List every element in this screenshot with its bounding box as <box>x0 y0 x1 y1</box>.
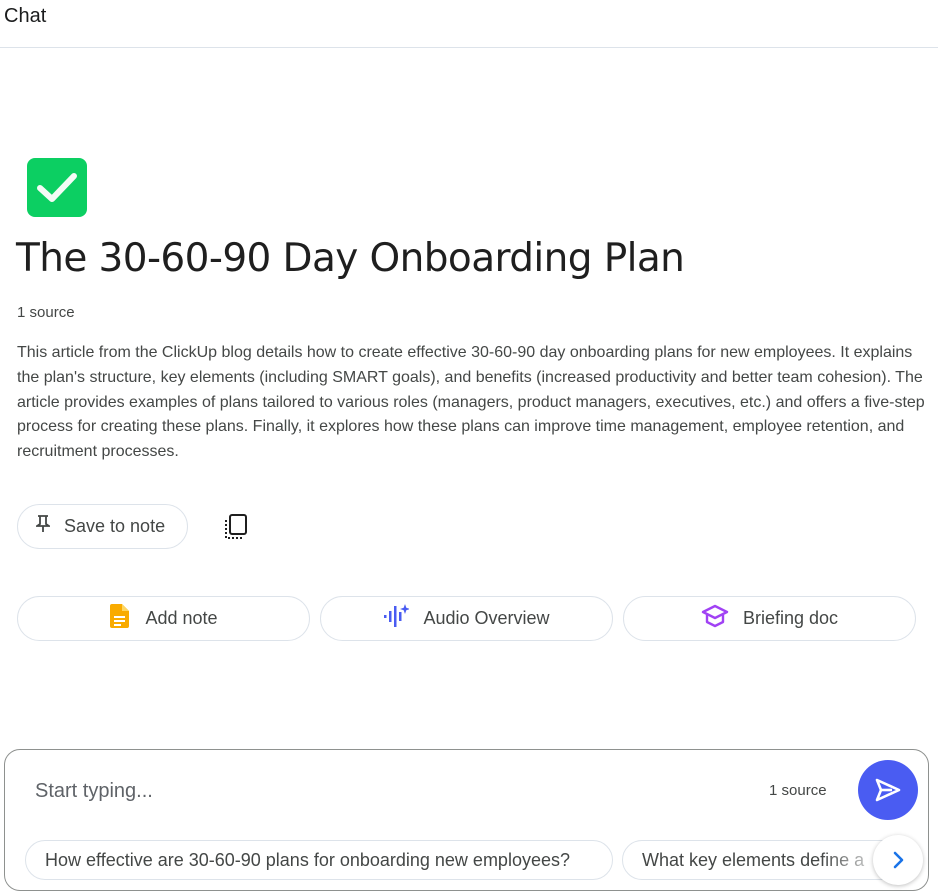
pin-icon <box>34 515 52 538</box>
save-to-note-button[interactable]: Save to note <box>17 504 188 549</box>
notebook-title: The 30-60-90 Day Onboarding Plan <box>16 236 685 281</box>
suggestion-chip[interactable]: How effective are 30-60-90 plans for onb… <box>25 840 613 880</box>
save-to-note-label: Save to note <box>64 516 166 536</box>
copy-icon <box>222 514 252 545</box>
audio-waveform-icon <box>383 603 411 634</box>
green-checkmark-icon <box>27 158 87 217</box>
copy-button[interactable] <box>222 511 252 541</box>
add-note-button[interactable]: Add note <box>17 596 310 641</box>
chat-input[interactable] <box>33 774 737 808</box>
note-icon <box>109 603 131 634</box>
suggestion-text: How effective are 30-60-90 plans for onb… <box>45 849 570 870</box>
graduation-cap-icon <box>701 604 729 633</box>
add-note-label: Add note <box>145 608 218 628</box>
audio-overview-label: Audio Overview <box>423 608 550 628</box>
suggestion-chip[interactable]: What key elements define a <box>622 840 902 880</box>
briefing-doc-button[interactable]: Briefing doc <box>623 596 916 641</box>
audio-overview-button[interactable]: Audio Overview <box>320 596 613 641</box>
composer-source-count: 1 source <box>769 782 827 799</box>
chat-composer: 1 source How effective are 30-60-90 plan… <box>4 749 929 891</box>
source-count: 1 source <box>17 304 75 321</box>
send-button[interactable] <box>858 760 918 820</box>
header-title: Chat <box>4 5 47 27</box>
briefing-doc-label: Briefing doc <box>742 608 839 628</box>
notebook-summary: This article from the ClickUp blog detai… <box>17 344 925 461</box>
next-suggestions-button[interactable] <box>873 835 923 885</box>
chat-header: Chat <box>0 0 938 48</box>
